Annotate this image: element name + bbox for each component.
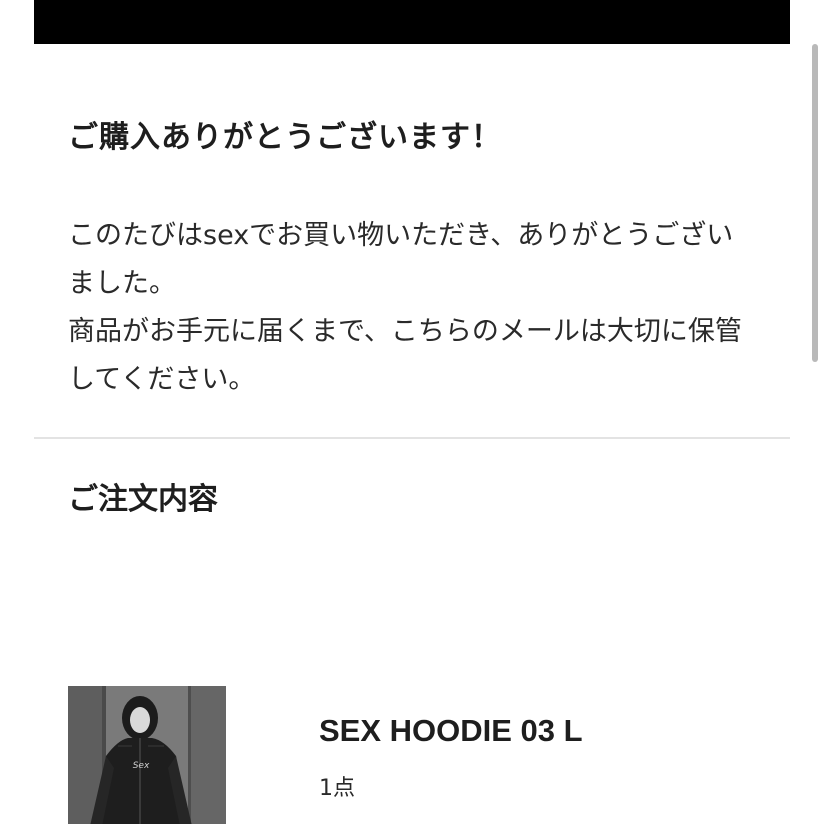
thank-you-message: このたびはsexでお買い物いただき、ありがとうございました。 商品がお手元に届く… bbox=[68, 212, 758, 404]
hoodie-photo-thumbnail[interactable]: Sex bbox=[68, 686, 226, 824]
order-item[interactable]: Sex SEX HOODIE 03 L 1点 bbox=[68, 686, 758, 824]
message-line: このたびはsexでお買い物いただき、ありがとうございました。 bbox=[68, 220, 734, 299]
product-name[interactable]: SEX HOODIE 03 L bbox=[319, 710, 583, 752]
order-details-title: ご注文内容 bbox=[68, 482, 218, 517]
product-quantity: 1点 bbox=[319, 776, 355, 801]
thank-you-heading: ご購入ありがとうございます！ bbox=[68, 120, 502, 155]
email-view: ご購入ありがとうございます！ このたびはsexでお買い物いただき、ありがとうござ… bbox=[0, 0, 824, 824]
scrollbar-thumb[interactable] bbox=[812, 44, 818, 362]
section-divider bbox=[34, 437, 790, 439]
header-bar bbox=[34, 0, 790, 44]
message-line: 商品がお手元に届くまで、こちらのメールは大切に保管してください。 bbox=[68, 316, 742, 395]
svg-text:Sex: Sex bbox=[133, 761, 150, 771]
hoodie-photo-icon: Sex bbox=[68, 686, 226, 824]
